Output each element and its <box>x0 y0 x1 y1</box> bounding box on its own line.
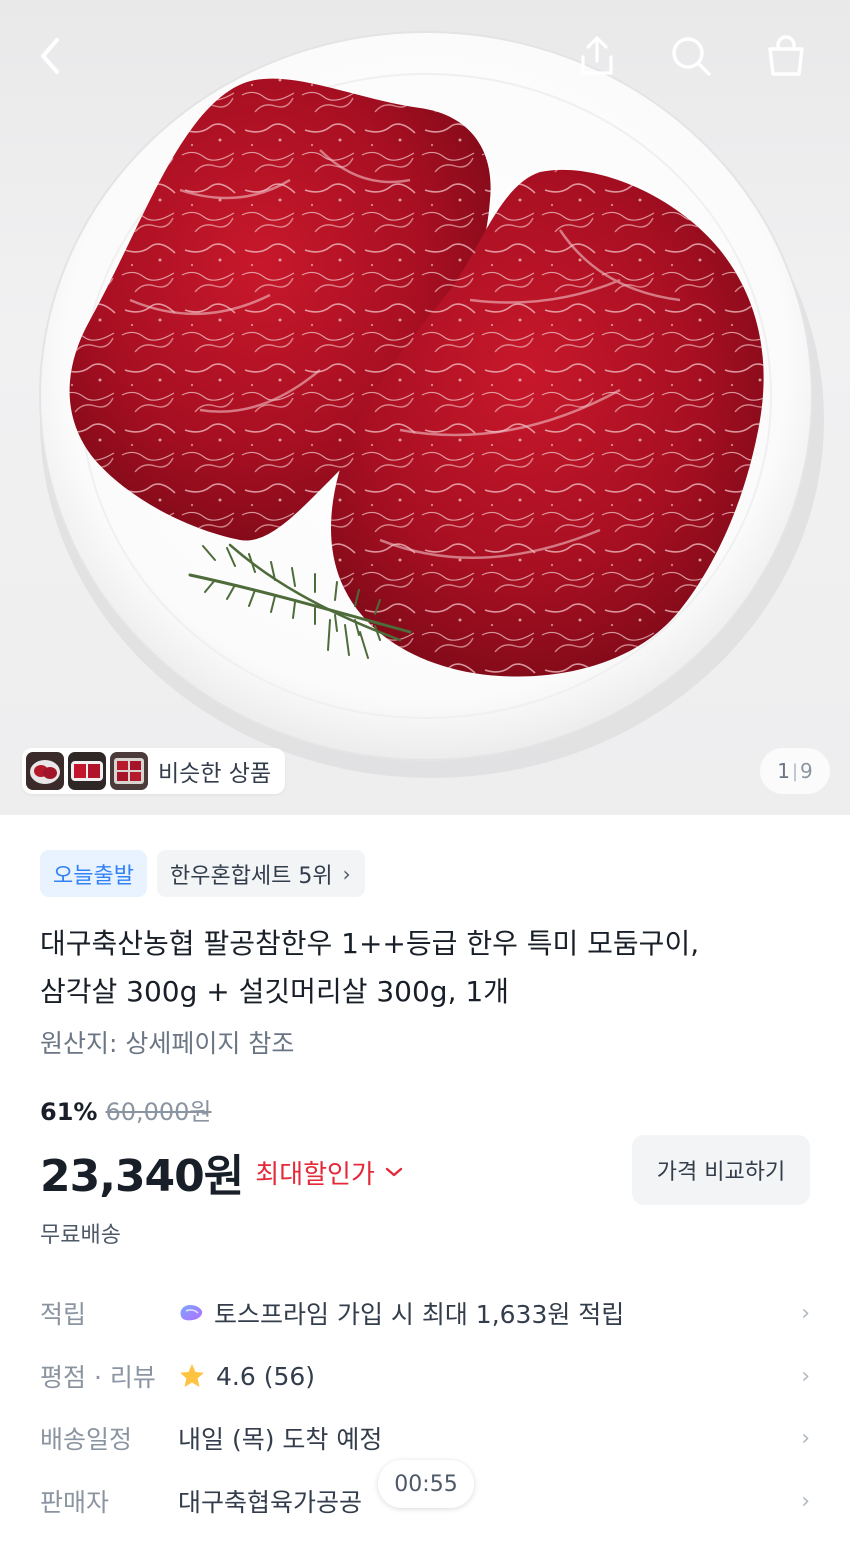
chevron-right-icon: › <box>342 861 351 886</box>
page-separator: | <box>791 760 799 782</box>
search-icon <box>672 37 711 76</box>
discount-row: 61% 60,000원 <box>40 1092 212 1127</box>
today-shipping-badge: 오늘출발 <box>40 850 147 897</box>
back-button[interactable] <box>24 30 76 82</box>
delivery-date: 내일 (목) 도착 예정 <box>178 1425 383 1454</box>
rating-value: 4.6 (56) <box>216 1361 316 1391</box>
similar-product-thumbnail <box>26 752 64 790</box>
share-button[interactable] <box>571 30 623 82</box>
price-compare-button[interactable]: 가격 비교하기 <box>632 1135 810 1205</box>
search-button[interactable] <box>665 30 717 82</box>
product-badges: 오늘출발 한우혼합세트 5위 › <box>40 850 365 897</box>
product-origin: 원산지: 상세페이지 참조 <box>40 1029 295 1058</box>
sale-price: 23,340원 <box>40 1151 244 1202</box>
info-row-value: 토스프라임 가입 시 최대 1,633원 적립 <box>214 1300 625 1329</box>
product-image-gallery[interactable]: 비슷한 상품 1 | 9 <box>0 0 850 815</box>
info-row-key: 적립 <box>40 1300 87 1329</box>
similar-products-chip[interactable]: 비슷한 상품 <box>22 748 286 794</box>
shopping-bag-icon <box>768 35 804 76</box>
category-rank-badge[interactable]: 한우혼합세트 5위 › <box>156 850 365 897</box>
chevron-down-icon <box>385 1167 403 1177</box>
chevron-right-icon: › <box>801 1300 810 1326</box>
product-title-line1: 대구축산농협 팔공참한우 1++등급 한우 특미 모둠구이, <box>40 927 700 960</box>
image-page-indicator: 1 | 9 <box>760 748 830 794</box>
info-row-key: 배송일정 <box>40 1425 133 1454</box>
max-discount-toggle[interactable]: 최대할인가 <box>255 1154 403 1191</box>
category-rank-label: 한우혼합세트 5위 <box>169 863 333 889</box>
similar-products-label: 비슷한 상품 <box>158 761 272 787</box>
top-navigation-bar <box>0 0 850 110</box>
share-icon <box>581 36 613 75</box>
cart-button[interactable] <box>760 30 812 82</box>
product-photo <box>39 31 824 778</box>
discount-percent: 61% <box>40 1098 98 1126</box>
seller-name: 대구축협육가공공 <box>178 1488 363 1517</box>
info-row-points[interactable]: 적립 토스프라임 가입 시 최대 1,633원 적립 › <box>40 1288 810 1338</box>
price-row: 23,340원 최대할인가 <box>40 1140 403 1204</box>
chevron-right-icon: › <box>801 1488 810 1514</box>
chevron-right-icon: › <box>801 1425 810 1451</box>
current-page: 1 <box>777 759 790 783</box>
chevron-left-icon <box>41 38 59 74</box>
similar-product-thumbnail <box>68 752 106 790</box>
original-price: 60,000원 <box>105 1098 212 1126</box>
info-row-rating[interactable]: 평점 · 리뷰 4.6 (56) › <box>40 1351 810 1401</box>
product-title-line2: 삼각살 300g + 설깃머리살 300g, 1개 <box>40 975 509 1008</box>
total-pages: 9 <box>800 759 813 783</box>
toss-prime-icon <box>180 1305 203 1321</box>
info-row-key: 판매자 <box>40 1488 110 1517</box>
shipping-fee: 무료배송 <box>40 1223 121 1248</box>
recording-timer: 00:55 <box>378 1460 474 1508</box>
product-title: 대구축산농협 팔공참한우 1++등급 한우 특미 모둠구이, 삼각살 300g … <box>40 920 820 1016</box>
similar-product-thumbnail <box>110 752 148 790</box>
info-row-delivery[interactable]: 배송일정 내일 (목) 도착 예정 › <box>40 1413 810 1463</box>
chevron-right-icon: › <box>801 1363 810 1389</box>
info-row-key: 평점 · 리뷰 <box>40 1363 156 1392</box>
star-icon <box>180 1364 204 1387</box>
max-discount-label: 최대할인가 <box>255 1159 375 1190</box>
